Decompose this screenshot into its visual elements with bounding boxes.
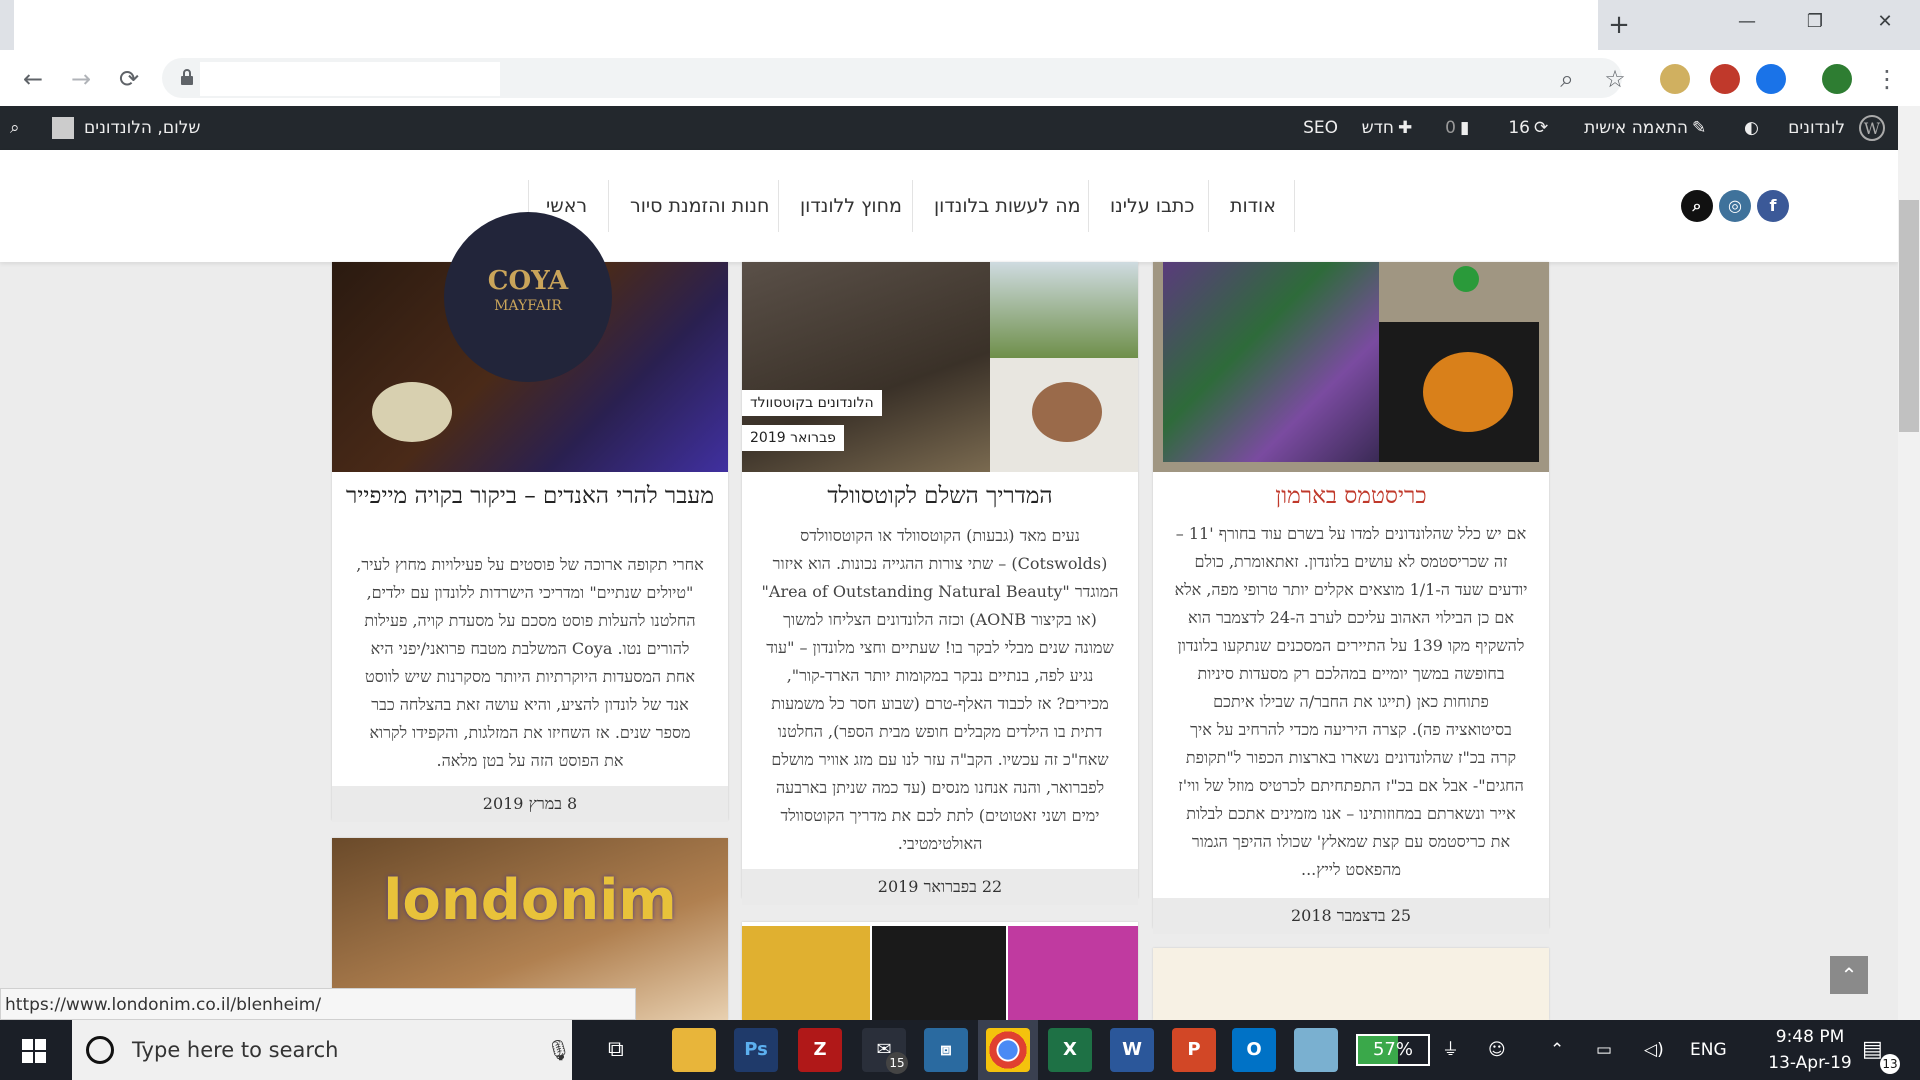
mayfair-logo-text: MAYFAIR <box>494 298 562 314</box>
customize-link[interactable]: התאמה אישית <box>1568 106 1688 150</box>
battery-indicator[interactable]: 57% <box>1356 1034 1430 1066</box>
remote-desktop-icon[interactable]: ⧈ <box>924 1028 968 1072</box>
app-icon[interactable] <box>1294 1028 1338 1072</box>
post-title[interactable]: כריסטמס בארמון <box>1163 482 1539 510</box>
outlook-icon[interactable]: O <box>1232 1028 1276 1072</box>
forward-button[interactable]: → <box>64 62 98 96</box>
powerpoint-icon[interactable]: P <box>1172 1028 1216 1072</box>
new-content-link[interactable]: חדש <box>1350 106 1394 150</box>
nav-item-about[interactable]: אודות <box>1230 150 1276 262</box>
action-center-icon[interactable]: ▤ <box>1862 1020 1883 1080</box>
photoshop-icon[interactable]: Ps <box>734 1028 778 1072</box>
post-category-tag[interactable]: הלונדונים בקוטסוולד <box>742 390 882 416</box>
notification-count-badge: 13 <box>1880 1054 1900 1074</box>
taskbar-search-placeholder[interactable]: Type here to search <box>132 1020 338 1080</box>
post-image-coya[interactable]: COYA MAYFAIR <box>332 212 728 472</box>
nav-divider <box>608 180 609 232</box>
post-title[interactable]: המדריך השלם לקוטסוולד <box>752 482 1128 510</box>
facebook-icon[interactable]: f <box>1757 190 1789 222</box>
coya-logo-text: COYA <box>487 266 569 296</box>
nav-item-outside-london[interactable]: מחוץ ללונדון <box>800 150 902 262</box>
bookmark-star-icon[interactable]: ☆ <box>1598 62 1632 96</box>
tray-expand-icon[interactable]: ⌃ <box>1550 1020 1564 1080</box>
comments-count[interactable]: 0 <box>1436 106 1456 150</box>
scrollbar-thumb[interactable] <box>1899 200 1919 432</box>
post-date: 25 בדצמבר 2018 <box>1153 898 1549 934</box>
plus-icon[interactable]: ✚ <box>1398 106 1412 150</box>
status-link-url: https://www.londonim.co.il/blenheim/ <box>0 988 636 1020</box>
a-extension-icon[interactable] <box>1756 64 1786 94</box>
lock-icon[interactable] <box>180 68 194 86</box>
excel-icon[interactable]: X <box>1048 1028 1092 1072</box>
minimize-button[interactable]: — <box>1718 0 1776 44</box>
post-date: 8 במרץ 2019 <box>332 786 728 822</box>
updates-icon[interactable]: ⟳ <box>1534 106 1548 150</box>
file-explorer-icon[interactable] <box>672 1028 716 1072</box>
site-name-link[interactable]: לונדונים <box>1745 106 1845 150</box>
post-card-next[interactable] <box>742 922 1138 1020</box>
howdy-user-link[interactable]: שלום, הלונדונים <box>84 106 244 150</box>
profile-avatar[interactable] <box>1822 64 1852 94</box>
site-search-icon[interactable]: ⌕ <box>1681 190 1713 222</box>
windows-start-icon[interactable] <box>22 1039 46 1063</box>
zoom-icon[interactable]: ⌕ <box>1550 62 1584 96</box>
user-avatar[interactable] <box>52 106 74 150</box>
nav-item-shop[interactable]: חנות והזמנת סיור <box>630 150 769 262</box>
word-icon[interactable]: W <box>1110 1028 1154 1072</box>
nav-item-press[interactable]: כתבו עלינו <box>1110 150 1194 262</box>
clock[interactable]: 9:48 PM 13-Apr-19 <box>1750 1024 1870 1076</box>
nav-divider <box>1294 180 1295 232</box>
back-button[interactable]: ← <box>16 62 50 96</box>
nav-item-what-to-do[interactable]: מה לעשות בלונדון <box>934 150 1081 262</box>
updates-count[interactable]: 16 <box>1500 106 1530 150</box>
post-date: 22 בפברואר 2019 <box>742 869 1138 905</box>
admin-search-icon[interactable]: ⌕ <box>10 106 20 150</box>
shield-extension-icon[interactable] <box>1660 64 1690 94</box>
chrome-menu-icon[interactable]: ⋮ <box>1870 62 1904 96</box>
post-image-christmas[interactable] <box>1153 262 1549 472</box>
nav-divider <box>912 180 913 232</box>
new-tab-button[interactable]: + <box>1604 10 1634 40</box>
people-icon[interactable]: ☺ <box>1488 1020 1506 1080</box>
svg-text:W: W <box>1864 119 1881 138</box>
post-card-next[interactable] <box>1153 948 1549 1020</box>
nav-divider <box>1208 180 1209 232</box>
filezilla-icon[interactable]: Z <box>798 1028 842 1072</box>
post-excerpt: נעים מאד (גבעות) הקוטסוולד או הקוטסוולדס… <box>761 526 1119 853</box>
comments-icon[interactable]: ▮ <box>1460 106 1469 150</box>
post-title[interactable]: מעבר להרי האנדים – ביקור בקויה מייפייר <box>342 482 718 510</box>
volume-icon[interactable]: ◁) <box>1644 1020 1664 1080</box>
maximize-button[interactable]: ❐ <box>1786 0 1844 44</box>
chrome-icon[interactable] <box>986 1028 1030 1072</box>
language-indicator[interactable]: ENG <box>1690 1020 1727 1080</box>
task-view-icon[interactable]: ⧉ <box>608 1020 624 1080</box>
seo-menu[interactable]: SEO <box>1294 106 1338 150</box>
post-excerpt: אחרי תקופה ארוכה של פוסטים על פעילויות מ… <box>356 555 704 770</box>
londonim-logo-text: londonim <box>383 868 677 933</box>
back-to-top-button[interactable]: ⌃ <box>1830 956 1868 994</box>
post-excerpt: אם יש כלל שהלונדונים למדו על בשרם עוד בח… <box>1174 524 1528 879</box>
cortana-icon[interactable] <box>86 1036 114 1064</box>
microphone-icon[interactable]: 🎙 <box>546 1020 571 1080</box>
nav-divider <box>1088 180 1089 232</box>
wordpress-logo-icon[interactable]: W <box>1858 114 1886 142</box>
close-window-button[interactable]: ✕ <box>1856 0 1914 44</box>
reload-button[interactable]: ⟳ <box>112 62 146 96</box>
active-tab[interactable] <box>14 0 1598 50</box>
instagram-icon[interactable]: ◎ <box>1719 190 1751 222</box>
mail-badge: 15 <box>886 1052 908 1074</box>
adblock-extension-icon[interactable] <box>1710 64 1740 94</box>
network-icon[interactable]: ▭ <box>1596 1020 1612 1080</box>
address-bar-url-field[interactable] <box>200 62 500 96</box>
brush-icon[interactable]: ✎ <box>1692 106 1706 150</box>
nav-divider <box>778 180 779 232</box>
post-date-tag[interactable]: פברואר 2019 <box>742 425 844 451</box>
power-plug-icon[interactable]: ⏚ <box>1442 1020 1459 1080</box>
